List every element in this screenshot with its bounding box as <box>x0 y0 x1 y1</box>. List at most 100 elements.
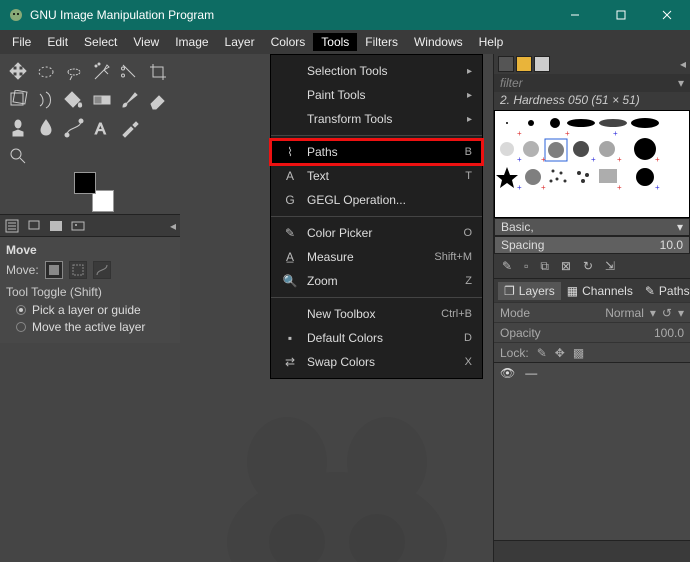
bucket-fill-icon[interactable] <box>60 86 88 114</box>
menu-item-new-toolbox[interactable]: New ToolboxCtrl+B <box>271 302 482 326</box>
ellipse-select-icon[interactable] <box>32 58 60 86</box>
gradient-icon[interactable] <box>88 86 116 114</box>
menu-tools[interactable]: Tools <box>313 33 357 51</box>
tool-options-panel: Move Move: Tool Toggle (Shift) Pick a la… <box>0 236 180 343</box>
open-as-image-icon[interactable]: ⇲ <box>605 259 615 273</box>
menu-item-color-picker[interactable]: ✎Color PickerO <box>271 221 482 245</box>
warp-icon[interactable] <box>32 86 60 114</box>
menu-windows[interactable]: Windows <box>406 33 471 51</box>
menu-layer[interactable]: Layer <box>217 33 263 51</box>
menu-item-icon: G <box>281 193 299 207</box>
clone-icon[interactable] <box>4 114 32 142</box>
menu-filters[interactable]: Filters <box>357 33 406 51</box>
menu-item-paint-tools[interactable]: Paint Tools▸ <box>271 83 482 107</box>
patterns-activator[interactable] <box>516 56 532 72</box>
fg-color-swatch[interactable] <box>74 172 96 194</box>
color-picker-icon[interactable] <box>116 114 144 142</box>
menu-select[interactable]: Select <box>76 33 125 51</box>
lock-pixels-icon[interactable]: ✎ <box>537 346 547 360</box>
transform-icon[interactable] <box>4 86 32 114</box>
minimize-button[interactable] <box>552 0 598 30</box>
layer-list[interactable]: 👁 — <box>494 362 690 540</box>
paths-tool-icon[interactable] <box>60 114 88 142</box>
menu-item-gegl-operation[interactable]: GGEGL Operation... <box>271 188 482 212</box>
brush-icon[interactable] <box>116 86 144 114</box>
menu-item-transform-tools[interactable]: Transform Tools▸ <box>271 107 482 131</box>
images-tab[interactable] <box>70 218 86 234</box>
free-select-icon[interactable] <box>60 58 88 86</box>
menu-image[interactable]: Image <box>167 33 216 51</box>
menu-item-selection-tools[interactable]: Selection Tools▸ <box>271 59 482 83</box>
menu-separator <box>271 297 482 298</box>
menu-item-accel: B <box>465 146 472 158</box>
menu-item-zoom[interactable]: 🔍ZoomZ <box>271 269 482 293</box>
menu-item-swap-colors[interactable]: ⇄Swap ColorsX <box>271 350 482 374</box>
filter-dropdown-icon[interactable]: ▾ <box>678 76 684 90</box>
refresh-brushes-icon[interactable]: ↻ <box>583 259 593 273</box>
mode-reset-icon[interactable]: ↺ <box>662 306 672 320</box>
move-tool-icon[interactable] <box>4 58 32 86</box>
mode-select[interactable]: Normal <box>605 306 644 320</box>
device-status-tab[interactable] <box>26 218 42 234</box>
opacity-value: 100.0 <box>654 326 684 340</box>
menu-item-measure[interactable]: A̲MeasureShift+M <box>271 245 482 269</box>
brush-dock-menu-icon[interactable]: ◂ <box>680 57 686 71</box>
move-mode-selection-icon[interactable] <box>69 261 87 279</box>
spacing-slider[interactable]: Spacing10.0 <box>494 236 690 254</box>
tools-menu-dropdown: Selection Tools▸Paint Tools▸Transform To… <box>270 54 483 379</box>
menu-help[interactable]: Help <box>471 33 512 51</box>
tab-paths[interactable]: ✎Paths <box>639 282 690 300</box>
dock-tabs: ◂ <box>0 214 180 236</box>
fuzzy-select-icon[interactable] <box>88 58 116 86</box>
text-tool-icon[interactable]: A <box>88 114 116 142</box>
visibility-icon[interactable]: 👁 <box>500 366 515 380</box>
duplicate-brush-icon[interactable]: ⧉ <box>540 259 549 274</box>
menu-item-label: Default Colors <box>307 331 464 345</box>
menu-item-label: Measure <box>307 250 434 264</box>
smudge-icon[interactable] <box>32 114 60 142</box>
move-mode-path-icon[interactable] <box>93 261 111 279</box>
chevron-down-icon[interactable]: ▾ <box>678 306 684 320</box>
brushes-activator[interactable] <box>498 56 514 72</box>
menu-item-text[interactable]: ATextT <box>271 164 482 188</box>
new-brush-icon[interactable]: ▫ <box>524 259 528 273</box>
opacity-slider[interactable]: Opacity 100.0 <box>494 322 690 342</box>
menu-view[interactable]: View <box>125 33 167 51</box>
eraser-icon[interactable] <box>144 86 172 114</box>
menu-separator <box>271 216 482 217</box>
lock-row: Lock: ✎ ✥ ▩ <box>494 342 690 362</box>
dock-menu-arrow-icon[interactable]: ◂ <box>170 219 176 233</box>
radio-off-icon <box>16 322 26 332</box>
zoom-tool-icon[interactable] <box>4 142 32 170</box>
link-icon[interactable]: — <box>525 366 537 380</box>
crop-tool-icon[interactable] <box>144 58 172 86</box>
move-mode-layer-icon[interactable] <box>45 261 63 279</box>
brush-preset-select[interactable]: Basic,▾ <box>494 218 690 236</box>
brush-grid[interactable]: + + + + + + + + + + + + <box>494 110 690 218</box>
menu-item-default-colors[interactable]: ▪Default ColorsD <box>271 326 482 350</box>
edit-brush-icon[interactable]: ✎ <box>502 259 512 273</box>
brush-name-label: 2. Hardness 050 (51 × 51) <box>494 92 690 110</box>
tab-layers[interactable]: ❐Layers <box>498 282 561 300</box>
close-button[interactable] <box>644 0 690 30</box>
radio-pick-layer[interactable]: Pick a layer or guide <box>16 303 174 317</box>
undo-history-tab[interactable] <box>48 218 64 234</box>
tab-channels[interactable]: ▦Channels <box>561 282 639 300</box>
scissors-icon[interactable] <box>116 58 144 86</box>
maximize-button[interactable] <box>598 0 644 30</box>
lock-alpha-icon[interactable]: ▩ <box>573 346 584 360</box>
fonts-activator[interactable] <box>534 56 550 72</box>
svg-text:+: + <box>617 183 622 192</box>
radio-move-active[interactable]: Move the active layer <box>16 320 174 334</box>
menu-colors[interactable]: Colors <box>263 33 314 51</box>
chevron-down-icon[interactable]: ▾ <box>650 306 656 320</box>
menu-file[interactable]: File <box>4 33 39 51</box>
lock-position-icon[interactable]: ✥ <box>555 346 565 360</box>
menu-edit[interactable]: Edit <box>39 33 76 51</box>
menu-item-paths[interactable]: ⌇PathsB <box>271 140 482 164</box>
tool-options-tab[interactable] <box>4 218 20 234</box>
brush-filter-input[interactable]: filter ▾ <box>494 74 690 92</box>
delete-brush-icon[interactable]: ⊠ <box>561 259 571 273</box>
fg-bg-swatch[interactable] <box>74 172 114 212</box>
wilber-logo <box>207 402 467 562</box>
